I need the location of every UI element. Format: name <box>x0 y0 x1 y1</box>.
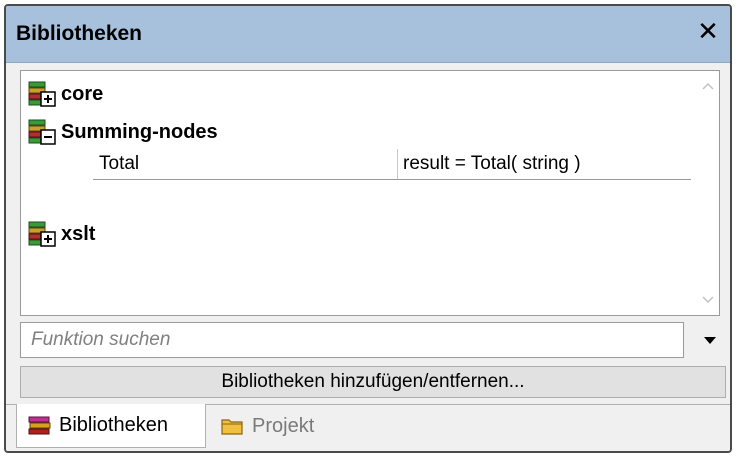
panel-title: Bibliotheken <box>16 22 143 45</box>
function-search-input[interactable] <box>20 322 684 358</box>
library-name: Summing-nodes <box>61 120 218 143</box>
library-collapse-icon[interactable] <box>27 118 57 146</box>
library-item-xslt[interactable]: xslt <box>27 219 95 249</box>
close-icon[interactable]: ✕ <box>696 18 720 44</box>
library-tree[interactable]: core Summing-nodes Total result = Total(… <box>20 70 720 316</box>
library-item-summing-nodes[interactable]: Summing-nodes <box>27 117 218 147</box>
vertical-scrollbar[interactable] <box>697 71 719 315</box>
folder-icon <box>221 419 243 435</box>
tab-bar: Bibliotheken Projekt <box>6 404 730 451</box>
tab-libraries[interactable]: Bibliotheken <box>16 404 206 448</box>
function-name: Total <box>99 153 140 174</box>
column-divider <box>397 149 398 179</box>
libraries-panel: Bibliotheken ✕ core Summing-nodes Total … <box>4 4 732 453</box>
library-name: core <box>61 82 104 105</box>
library-expand-icon[interactable] <box>27 220 57 248</box>
panel-titlebar: Bibliotheken ✕ <box>6 6 730 63</box>
dropdown-arrow-icon[interactable] <box>700 330 720 350</box>
add-remove-libraries-button[interactable]: Bibliotheken hinzufügen/entfernen... <box>20 366 726 398</box>
scroll-down-icon[interactable] <box>697 289 719 311</box>
function-row[interactable]: Total result = Total( string ) <box>93 149 691 180</box>
tab-label: Bibliotheken <box>59 414 168 436</box>
function-signature: result = Total( string ) <box>403 153 581 174</box>
library-name: xslt <box>61 222 96 245</box>
library-expand-icon[interactable] <box>27 80 57 108</box>
books-icon <box>28 416 51 434</box>
scroll-up-icon[interactable] <box>697 75 719 97</box>
library-item-core[interactable]: core <box>27 79 103 109</box>
tab-label: Projekt <box>252 414 315 437</box>
tab-project[interactable]: Projekt <box>210 404 340 448</box>
